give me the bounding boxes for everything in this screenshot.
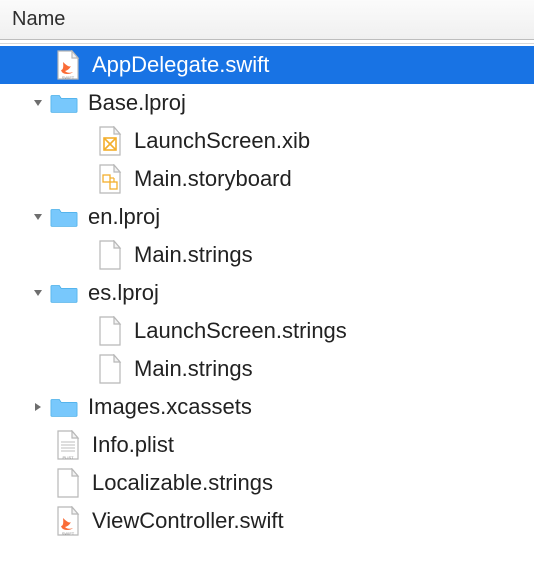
tree-item-label: Images.xcassets — [88, 394, 252, 420]
disclosure-triangle-open-icon[interactable] — [30, 95, 46, 111]
tree-file-row[interactable]: AppDelegate.swift — [0, 46, 534, 84]
blank-file-icon — [96, 240, 124, 270]
disclosure-triangle-closed-icon[interactable] — [30, 399, 46, 415]
tree-file-row[interactable]: Main.strings — [0, 350, 534, 388]
tree-item-label: LaunchScreen.xib — [134, 128, 310, 154]
tree-folder-row[interactable]: Images.xcassets — [0, 388, 534, 426]
blank-file-icon — [54, 468, 82, 498]
swift-file-icon — [54, 506, 82, 536]
plist-file-icon — [54, 430, 82, 460]
tree-item-label: en.lproj — [88, 204, 160, 230]
column-header[interactable]: Name — [0, 0, 534, 40]
xib-file-icon — [96, 126, 124, 156]
tree-folder-row[interactable]: en.lproj — [0, 198, 534, 236]
tree-file-row[interactable]: ViewController.swift — [0, 502, 534, 540]
disclosure-triangle-open-icon[interactable] — [30, 209, 46, 225]
tree-file-row[interactable]: LaunchScreen.xib — [0, 122, 534, 160]
tree-file-row[interactable]: Localizable.strings — [0, 464, 534, 502]
tree-item-label: LaunchScreen.strings — [134, 318, 347, 344]
tree-item-label: Main.strings — [134, 242, 253, 268]
tree-item-label: ViewController.swift — [92, 508, 284, 534]
storyboard-file-icon — [96, 164, 124, 194]
file-tree: AppDelegate.swift Base.lproj LaunchScreen.… — [0, 44, 534, 540]
tree-file-row[interactable]: Info.plist — [0, 426, 534, 464]
tree-file-row[interactable]: LaunchScreen.strings — [0, 312, 534, 350]
tree-item-label: Main.storyboard — [134, 166, 292, 192]
disclosure-triangle-open-icon[interactable] — [30, 285, 46, 301]
folder-icon — [50, 392, 78, 422]
tree-item-label: Localizable.strings — [92, 470, 273, 496]
tree-folder-row[interactable]: Base.lproj — [0, 84, 534, 122]
tree-item-label: Base.lproj — [88, 90, 186, 116]
blank-file-icon — [96, 354, 124, 384]
folder-icon — [50, 88, 78, 118]
folder-icon — [50, 278, 78, 308]
tree-item-label: Info.plist — [92, 432, 174, 458]
folder-icon — [50, 202, 78, 232]
tree-file-row[interactable]: Main.storyboard — [0, 160, 534, 198]
tree-folder-row[interactable]: es.lproj — [0, 274, 534, 312]
swift-file-icon — [54, 50, 82, 80]
column-header-label: Name — [12, 8, 65, 31]
tree-item-label: AppDelegate.swift — [92, 52, 269, 78]
blank-file-icon — [96, 316, 124, 346]
tree-item-label: Main.strings — [134, 356, 253, 382]
tree-file-row[interactable]: Main.strings — [0, 236, 534, 274]
tree-item-label: es.lproj — [88, 280, 159, 306]
